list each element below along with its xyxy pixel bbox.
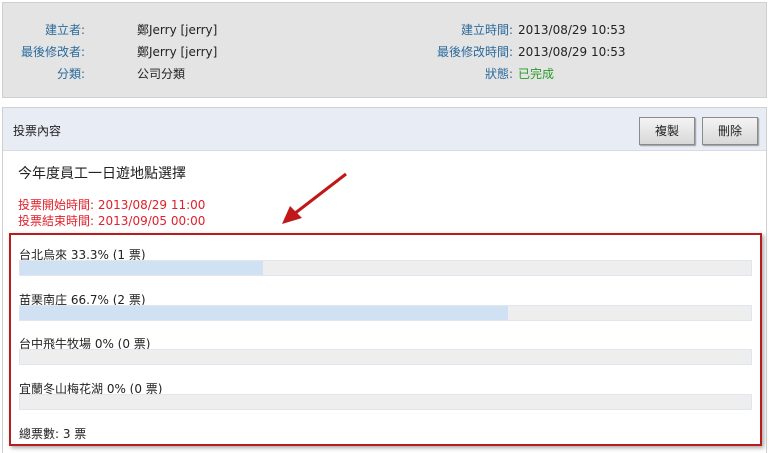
created-label: 建立時間: (460, 23, 513, 37)
option-bar (19, 394, 752, 410)
total-votes: 總票數: 3 票 (19, 427, 87, 441)
info-panel: 建立者: 鄭Jerry [jerry] 建立時間: 2013/08/29 10:… (2, 2, 767, 98)
option-bar-fill (20, 306, 508, 320)
panel-header: 投票內容 複製 刪除 (3, 108, 766, 151)
creator-value: 鄭Jerry [jerry] (137, 23, 218, 37)
modifier-value: 鄭Jerry [jerry] (137, 45, 218, 59)
option-bar-fill (20, 261, 264, 275)
option-bar (19, 349, 752, 365)
modifier-label: 最後修改者: (20, 45, 85, 59)
modified-label: 最後修改時間: (436, 45, 513, 59)
status-badge: 已完成 (518, 67, 555, 81)
copy-button[interactable]: 複製 (639, 117, 695, 145)
panel-title: 投票內容 (13, 124, 62, 138)
annotation-arrow-icon (282, 172, 347, 224)
results-box: 台北烏來 33.3% (1 票) 苗栗南庄 66.7% (2 票) 台中飛牛牧場… (9, 233, 762, 446)
category-value: 公司分類 (137, 67, 186, 81)
modified-value: 2013/08/29 10:53 (518, 45, 626, 59)
vote-start-time: 投票開始時間: 2013/08/29 11:00 (18, 198, 206, 212)
option-bar (19, 305, 752, 321)
created-value: 2013/08/29 10:53 (518, 23, 626, 37)
delete-button[interactable]: 刪除 (702, 117, 758, 145)
status-label: 狀態: (484, 67, 513, 81)
option-bar (19, 260, 752, 276)
creator-label: 建立者: (44, 23, 85, 37)
vote-title: 今年度員工一日遊地點選擇 (18, 166, 186, 182)
vote-end-time: 投票結束時間: 2013/09/05 00:00 (18, 214, 206, 228)
category-label: 分類: (56, 67, 85, 81)
